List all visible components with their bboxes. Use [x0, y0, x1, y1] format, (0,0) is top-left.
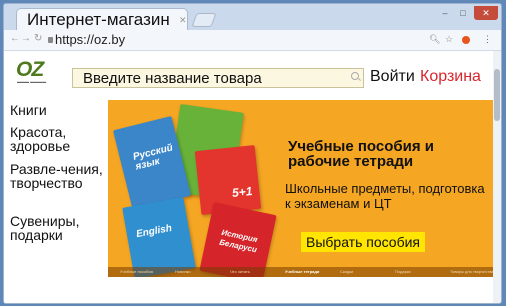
browser-tab[interactable]: Интернет-магазин ✕	[16, 8, 188, 31]
slider-tab[interactable]: Новинки	[175, 268, 191, 276]
slider-tab[interactable]: Учебные тетради	[285, 268, 319, 276]
banner-subtitle: Школьные предметы, подготовка к экзамена…	[285, 181, 485, 211]
slider-tab[interactable]: Подарки	[395, 268, 411, 276]
slider-tab[interactable]: Скидки	[340, 268, 353, 276]
tab-strip: Интернет-магазин ✕ – □ ✕	[4, 4, 501, 31]
tab-title: Интернет-магазин	[27, 10, 170, 29]
book-cover	[122, 197, 196, 277]
browser-window: Интернет-магазин ✕ – □ ✕ ← → ↻ https://o…	[3, 3, 502, 304]
sidebar-item-beauty-health[interactable]: Красота, здоровье	[10, 125, 106, 153]
textbooks-image: Русский язык 5+1 English История Беларус…	[108, 100, 293, 277]
login-link[interactable]: Войти	[370, 68, 415, 86]
new-tab-button[interactable]	[191, 13, 217, 27]
reload-icon[interactable]: ↻	[34, 33, 42, 44]
close-window-icon[interactable]: ✕	[474, 6, 498, 20]
logo-tagline: ▬▬▬ ▬▬▬▬	[17, 79, 47, 84]
back-arrow-icon[interactable]: ←	[10, 33, 20, 44]
web-page: OZ ▬▬▬ ▬▬▬▬ Войти Корзина Книги Красота,…	[4, 51, 493, 303]
category-sidebar: Книги Красота, здоровье Развле-чения, тв…	[4, 91, 108, 303]
scrollbar-thumb[interactable]	[494, 69, 500, 121]
search-icon[interactable]	[351, 72, 359, 80]
close-tab-icon[interactable]: ✕	[179, 15, 187, 26]
site-header: OZ ▬▬▬ ▬▬▬▬ Войти Корзина	[4, 51, 493, 91]
site-logo[interactable]: OZ ▬▬▬ ▬▬▬▬	[16, 58, 64, 86]
sidebar-item-entertainment[interactable]: Развле-чения, творчество	[10, 162, 106, 190]
extension-icon[interactable]	[462, 36, 470, 44]
banner-title: Учебные пособия и рабочие тетради	[288, 138, 434, 170]
page-scrollbar[interactable]	[493, 51, 501, 303]
zoom-icon[interactable]: 🔍︎	[429, 34, 440, 45]
sidebar-item-books[interactable]: Книги	[10, 103, 106, 117]
address-bar[interactable]: https://oz.by	[55, 32, 125, 47]
maximize-icon[interactable]: □	[454, 6, 472, 20]
page-icon	[48, 37, 53, 43]
bookmark-star-icon[interactable]: ☆	[445, 34, 453, 45]
address-toolbar: ← → ↻ https://oz.by 🔍︎ ☆ ⋮	[4, 30, 501, 51]
search-input[interactable]	[73, 69, 353, 87]
slider-tab[interactable]: Товары для творчества	[450, 268, 493, 276]
choose-textbooks-button[interactable]: Выбрать пособия	[301, 232, 426, 252]
slider-tab[interactable]: Учебные пособия	[120, 268, 153, 276]
book-title: 5+1	[231, 183, 254, 201]
cart-link[interactable]: Корзина	[420, 68, 481, 86]
promo-banner[interactable]: Русский язык 5+1 English История Беларус…	[108, 100, 493, 277]
slider-nav: Учебные пособия Новинки Что читать Учебные …	[108, 267, 493, 277]
sidebar-item-souvenirs[interactable]: Сувениры, подарки	[10, 214, 106, 242]
browser-menu-icon[interactable]: ⋮	[483, 34, 492, 45]
forward-arrow-icon[interactable]: →	[21, 33, 31, 44]
search-box	[72, 68, 364, 88]
minimize-icon[interactable]: –	[436, 6, 454, 20]
slider-tab[interactable]: Что читать	[230, 268, 250, 276]
